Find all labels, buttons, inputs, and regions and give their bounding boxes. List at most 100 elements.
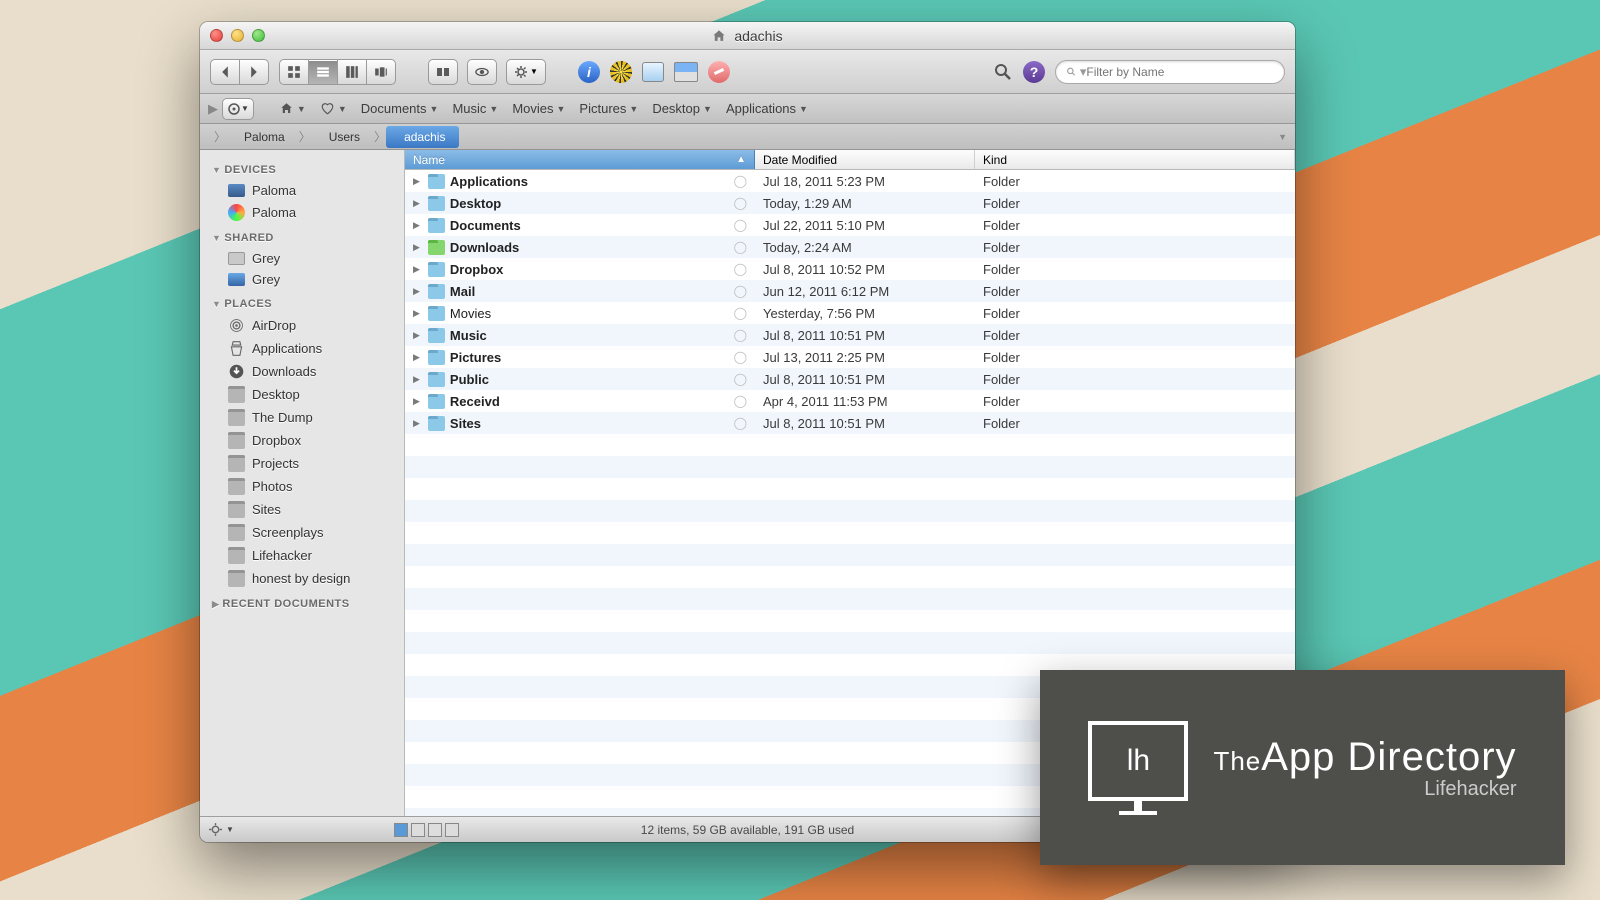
crumb-users[interactable]: Users [311, 126, 374, 148]
file-date: Apr 4, 2011 11:53 PM [755, 394, 975, 409]
file-row[interactable]: ▶Dropbox◯Jul 8, 2011 10:52 PMFolder [405, 258, 1295, 280]
file-row[interactable]: ▶Desktop◯Today, 1:29 AMFolder [405, 192, 1295, 214]
stop-icon[interactable] [708, 61, 730, 83]
idisk-icon[interactable] [642, 62, 664, 82]
mini-view-4[interactable] [445, 823, 459, 837]
fav-applications[interactable]: Applications▼ [721, 101, 813, 116]
column-view-button[interactable] [337, 59, 367, 85]
sidebar-projects[interactable]: Projects [200, 452, 404, 475]
sidebar-downloads[interactable]: Downloads [200, 360, 404, 383]
file-row[interactable]: ▶Music◯Jul 8, 2011 10:51 PMFolder [405, 324, 1295, 346]
forward-button[interactable] [239, 59, 269, 85]
sidebar-photos[interactable]: Photos [200, 475, 404, 498]
back-button[interactable] [210, 59, 240, 85]
sidebar-devices-header[interactable]: ▼DEVICES [200, 156, 404, 180]
column-kind[interactable]: Kind [975, 150, 1295, 169]
icon-view-button[interactable] [279, 59, 309, 85]
tag-dot-icon: ◯ [734, 174, 747, 188]
sidebar-shared-grey-2[interactable]: Grey [200, 269, 404, 290]
column-date[interactable]: Date Modified [755, 150, 975, 169]
quicklook-button[interactable] [467, 59, 497, 85]
disclosure-triangle[interactable]: ▶ [413, 396, 420, 407]
home-icon [279, 101, 294, 116]
list-view-button[interactable] [308, 59, 338, 85]
file-row[interactable]: ▶Movies◯Yesterday, 7:56 PMFolder [405, 302, 1295, 324]
pathbar-menu[interactable]: ▼ [1278, 132, 1287, 142]
sidebar-thedump[interactable]: The Dump [200, 406, 404, 429]
sidebar-shared-header[interactable]: ▼SHARED [200, 224, 404, 248]
file-row[interactable]: ▶Downloads◯Today, 2:24 AMFolder [405, 236, 1295, 258]
crumb-adachis[interactable]: adachis [386, 126, 459, 148]
sidebar-places-header[interactable]: ▼PLACES [200, 290, 404, 314]
disclosure-triangle[interactable]: ▶ [413, 198, 420, 209]
action-button[interactable]: ▼ [506, 59, 546, 85]
badge-monitor-icon: lh [1088, 721, 1188, 801]
burn-icon[interactable] [610, 61, 632, 83]
column-headers: Name▲ Date Modified Kind [405, 150, 1295, 170]
disclosure-triangle[interactable]: ▶ [413, 308, 420, 319]
file-row[interactable]: ▶Receivd◯Apr 4, 2011 11:53 PMFolder [405, 390, 1295, 412]
fav-home[interactable]: ▼ [274, 101, 311, 116]
file-name: Public [450, 372, 489, 387]
status-gear-icon[interactable] [208, 822, 223, 837]
fav-music[interactable]: Music▼ [447, 101, 503, 116]
file-row[interactable]: ▶Public◯Jul 8, 2011 10:51 PMFolder [405, 368, 1295, 390]
file-row[interactable]: ▶Applications◯Jul 18, 2011 5:23 PMFolder [405, 170, 1295, 192]
file-row[interactable]: ▶Sites◯Jul 8, 2011 10:51 PMFolder [405, 412, 1295, 434]
sidebar-desktop[interactable]: Desktop [200, 383, 404, 406]
toolbar: ▼ i ? ▾ [200, 50, 1295, 94]
sidebar-dropbox[interactable]: Dropbox [200, 429, 404, 452]
disclosure-triangle[interactable]: ▶ [413, 330, 420, 341]
titlebar[interactable]: adachis [200, 22, 1295, 50]
fav-desktop[interactable]: Desktop▼ [647, 101, 717, 116]
list-icon [316, 65, 330, 79]
folder-icon [228, 455, 245, 472]
drive-icon[interactable] [674, 62, 698, 82]
disclosure-triangle[interactable]: ▶ [413, 220, 420, 231]
mini-view-3[interactable] [428, 823, 442, 837]
file-row[interactable]: ▶Pictures◯Jul 13, 2011 2:25 PMFolder [405, 346, 1295, 368]
fav-path-button[interactable]: ▼ [222, 98, 254, 120]
sidebar-honestbydesign[interactable]: honest by design [200, 567, 404, 590]
sidebar-airdrop[interactable]: AirDrop [200, 314, 404, 337]
column-name[interactable]: Name▲ [405, 150, 755, 169]
sidebar-device-paloma-1[interactable]: Paloma [200, 180, 404, 201]
search-icon[interactable] [993, 62, 1013, 82]
mini-view-2[interactable] [411, 823, 425, 837]
sidebar-sites[interactable]: Sites [200, 498, 404, 521]
help-icon[interactable]: ? [1023, 61, 1045, 83]
fav-movies[interactable]: Movies▼ [507, 101, 570, 116]
disclosure-triangle[interactable]: ▶ [413, 418, 420, 429]
tag-dot-icon: ◯ [734, 218, 747, 232]
arrange-button[interactable] [428, 59, 458, 85]
tag-dot-icon: ◯ [734, 372, 747, 386]
disclosure-triangle[interactable]: ▶ [413, 374, 420, 385]
fav-documents[interactable]: Documents▼ [356, 101, 444, 116]
folder-icon [428, 218, 445, 233]
disclosure-triangle[interactable]: ▶ [413, 264, 420, 275]
disclosure-triangle[interactable]: ▶ [413, 286, 420, 297]
fav-pictures[interactable]: Pictures▼ [574, 101, 643, 116]
fav-heart[interactable]: ▼ [315, 101, 352, 116]
file-row[interactable]: ▶Documents◯Jul 22, 2011 5:10 PMFolder [405, 214, 1295, 236]
fav-collapse-arrow[interactable]: ▶ [208, 101, 218, 117]
disclosure-triangle[interactable]: ▶ [413, 176, 420, 187]
disclosure-triangle[interactable]: ▶ [413, 352, 420, 363]
search-input[interactable] [1086, 65, 1274, 79]
columns-icon [345, 65, 359, 79]
info-icon[interactable]: i [578, 61, 600, 83]
sidebar-recent-header[interactable]: ▶RECENT DOCUMENTS [200, 590, 404, 614]
sidebar-shared-grey-1[interactable]: Grey [200, 248, 404, 269]
sidebar-applications[interactable]: Applications [200, 337, 404, 360]
file-kind: Folder [975, 196, 1295, 211]
search-field[interactable]: ▾ [1055, 60, 1285, 84]
sidebar-screenplays[interactable]: Screenplays [200, 521, 404, 544]
coverflow-view-button[interactable] [366, 59, 396, 85]
sidebar-lifehacker[interactable]: Lifehacker [200, 544, 404, 567]
folder-icon [228, 386, 245, 403]
crumb-paloma[interactable]: Paloma [226, 126, 299, 148]
sidebar-device-paloma-2[interactable]: Paloma [200, 201, 404, 224]
disclosure-triangle[interactable]: ▶ [413, 242, 420, 253]
file-row[interactable]: ▶Mail◯Jun 12, 2011 6:12 PMFolder [405, 280, 1295, 302]
mini-view-1[interactable] [394, 823, 408, 837]
